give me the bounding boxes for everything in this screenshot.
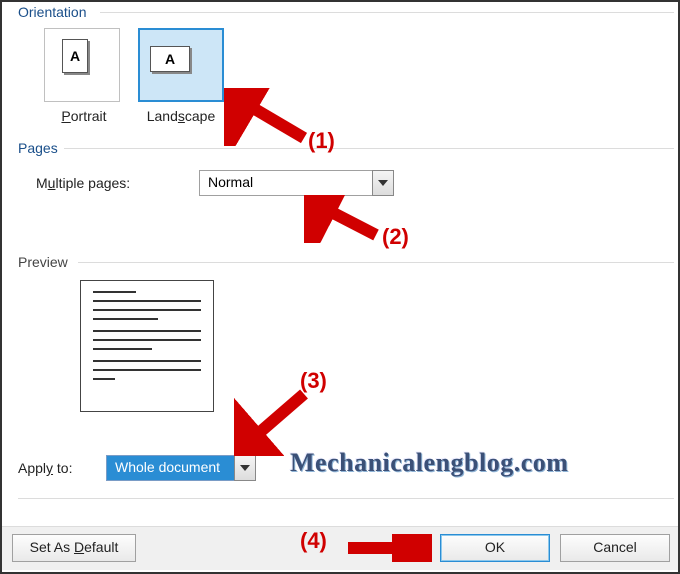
orientation-portrait-button[interactable]: A (44, 28, 120, 102)
apply-to-value: Whole document (106, 455, 234, 481)
orientation-portrait-label: Portrait (54, 108, 114, 124)
orientation-landscape-label: Landscape (138, 108, 224, 124)
ok-button[interactable]: OK (440, 534, 550, 562)
chevron-down-icon (234, 455, 256, 481)
set-as-default-button[interactable]: Set As Default (12, 534, 136, 562)
apply-to-select[interactable]: Whole document (106, 455, 256, 481)
divider (78, 262, 674, 263)
apply-to-label: Apply to: (18, 460, 73, 476)
preview-group-label: Preview (18, 254, 68, 270)
chevron-down-icon (372, 170, 394, 196)
pages-group-label: Pages (18, 140, 58, 156)
multiple-pages-label: Multiple pages: (36, 175, 130, 191)
orientation-landscape-button[interactable]: A (138, 28, 224, 102)
preview-thumbnail (80, 280, 214, 412)
multiple-pages-value: Normal (199, 170, 372, 196)
divider (18, 498, 674, 499)
page-setup-dialog: Orientation A Portrait A Landscape Pages… (4, 0, 674, 520)
divider (64, 148, 674, 149)
cancel-button[interactable]: Cancel (560, 534, 670, 562)
portrait-page-icon: A (45, 35, 105, 77)
landscape-page-icon: A (140, 38, 200, 80)
multiple-pages-select[interactable]: Normal (199, 170, 394, 196)
orientation-group-label: Orientation (18, 4, 86, 20)
divider (100, 12, 674, 13)
